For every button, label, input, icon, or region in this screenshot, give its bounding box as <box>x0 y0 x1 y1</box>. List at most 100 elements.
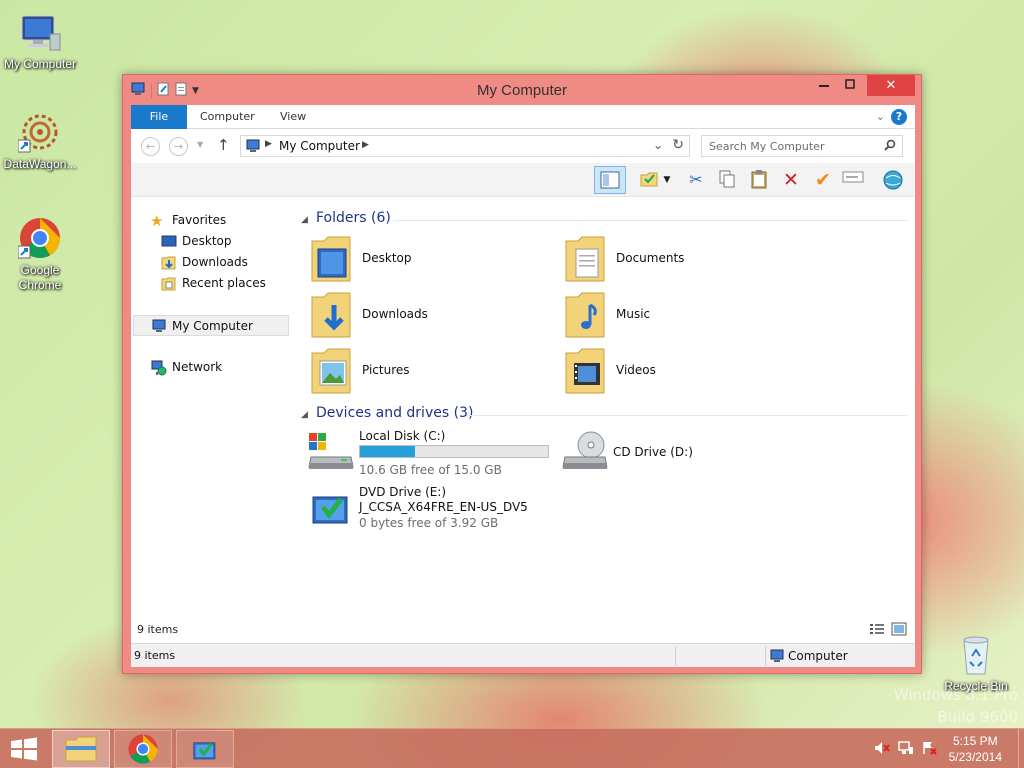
sidebar-item-my-computer[interactable]: My Computer <box>133 315 289 336</box>
back-button[interactable]: ← <box>141 137 160 156</box>
chevron-down-icon[interactable]: ▼ <box>661 169 673 191</box>
hard-drive-icon <box>307 429 355 473</box>
group-divider <box>469 415 907 416</box>
chevron-right-icon[interactable]: ▶ <box>265 139 272 149</box>
windows-logo-icon <box>11 737 37 761</box>
navigation-pane: ★ Favorites Desktop Downloads Recent pla… <box>131 197 291 617</box>
start-button[interactable] <box>10 737 38 761</box>
tab-view[interactable]: View <box>280 105 306 129</box>
checkmark-icon[interactable]: ✔ <box>811 169 835 191</box>
folder-tile-documents[interactable]: Documents <box>564 235 804 285</box>
folder-tile-desktop[interactable]: Desktop <box>310 235 550 285</box>
address-bar[interactable]: ▶ My Computer ▶ ⌄ ↻ <box>240 135 690 157</box>
desktop-icon-chrome[interactable]: Google Chrome <box>0 216 80 293</box>
folder-label: Downloads <box>362 307 428 321</box>
chrome-icon <box>17 216 62 260</box>
breadcrumb-my-computer[interactable]: My Computer <box>279 139 360 153</box>
folder-tile-music[interactable]: Music <box>564 291 804 341</box>
globe-icon[interactable] <box>881 169 905 191</box>
chevron-down-icon[interactable]: ⌄ <box>653 138 663 152</box>
chevron-right-icon[interactable]: ▶ <box>362 140 369 150</box>
ribbon: File Computer View ⌄ ? <box>131 105 915 129</box>
group-header-devices[interactable]: ◢ Devices and drives (3) <box>301 405 907 425</box>
maximize-button[interactable] <box>837 75 863 96</box>
network-tray-icon[interactable] <box>898 741 914 758</box>
computer-icon <box>150 319 166 333</box>
delete-icon[interactable]: ✕ <box>779 169 803 191</box>
watermark-build: Build 9600 <box>937 708 1018 726</box>
windows-watermark: Windows 8.1 Pro Build 9600 <box>894 684 1018 728</box>
show-desktop-button[interactable] <box>1018 729 1024 768</box>
dvd-setup-icon <box>307 485 355 529</box>
folder-videos-icon <box>564 347 608 397</box>
group-title: Folders (6) <box>316 210 391 226</box>
folder-pictures-icon <box>310 347 354 397</box>
dvd-setup-icon <box>193 742 216 760</box>
downloads-icon <box>161 255 177 270</box>
title-bar[interactable]: ▼ My Computer ✕ <box>123 75 921 105</box>
up-button[interactable]: ↑ <box>217 136 230 154</box>
help-icon[interactable]: ? <box>891 109 907 125</box>
sidebar-item-label: My Computer <box>172 319 253 333</box>
drive-cd-d[interactable]: CD Drive (D:) <box>561 429 761 485</box>
computer-small-icon <box>244 139 262 156</box>
folder-tile-downloads[interactable]: Downloads <box>310 291 550 341</box>
sidebar-item-downloads[interactable]: Downloads <box>131 252 289 273</box>
preview-pane-button[interactable] <box>594 166 626 194</box>
recent-locations-icon[interactable]: ▼ <box>197 140 203 149</box>
taskbar-setup[interactable] <box>176 730 234 768</box>
paste-icon[interactable] <box>747 169 771 191</box>
folder-downloads-icon <box>310 291 354 341</box>
search-icon <box>884 139 896 154</box>
folder-desktop-icon <box>310 235 354 285</box>
status-location: Computer <box>788 649 848 663</box>
sidebar-item-desktop[interactable]: Desktop <box>131 231 289 252</box>
watermark-edition: Windows 8.1 Pro <box>893 686 1018 704</box>
close-icon: ✕ <box>885 78 897 93</box>
group-title: Devices and drives (3) <box>316 405 474 421</box>
drive-local-disk-c[interactable]: Local Disk (C:) 10.6 GB free of 15.0 GB <box>307 429 557 485</box>
cut-icon[interactable]: ✂ <box>684 169 708 191</box>
explorer-window[interactable]: ▼ My Computer ✕ File Computer View ⌄ ? ←… <box>122 74 922 674</box>
taskbar-chrome[interactable] <box>114 730 172 768</box>
folder-check-icon[interactable] <box>637 169 661 191</box>
volume-muted-icon[interactable] <box>874 741 890 758</box>
desktop-icon-label: Google Chrome <box>18 263 62 292</box>
tab-file[interactable]: File <box>131 105 187 129</box>
group-header-folders[interactable]: ◢ Folders (6) <box>301 210 907 230</box>
desktop-icon-my-computer[interactable]: My Computer <box>0 10 80 72</box>
computer-small-icon <box>769 649 785 666</box>
clock-time: 5:15 PM <box>952 734 998 748</box>
drive-dvd-e[interactable]: DVD Drive (E:) J_CCSA_X64FRE_EN-US_DV5 0… <box>307 485 567 541</box>
sidebar-item-recent-places[interactable]: Recent places <box>131 273 289 294</box>
folder-label: Desktop <box>362 251 412 265</box>
folder-documents-icon <box>564 235 608 285</box>
taskbar-file-explorer[interactable] <box>52 730 110 768</box>
copy-icon[interactable] <box>715 169 739 191</box>
chrome-icon <box>128 734 158 764</box>
sidebar-item-label: Downloads <box>182 255 248 269</box>
action-center-icon[interactable] <box>922 741 938 758</box>
search-input[interactable]: Search My Computer <box>701 135 903 157</box>
sidebar-item-network[interactable]: Network <box>131 357 289 378</box>
taskbar-clock[interactable]: 5:15 PM 5/23/2014 <box>949 733 1002 765</box>
close-button[interactable]: ✕ <box>867 75 915 96</box>
folder-tile-pictures[interactable]: Pictures <box>310 347 550 397</box>
tab-computer[interactable]: Computer <box>200 105 255 129</box>
minimize-button[interactable] <box>811 75 837 96</box>
sidebar-item-favorites[interactable]: ★ Favorites <box>131 210 289 231</box>
collapse-triangle-icon[interactable]: ◢ <box>301 410 308 420</box>
details-view-icon[interactable] <box>869 622 885 636</box>
desktop-icon-datawagon[interactable]: DataWagon... <box>0 110 80 172</box>
details-status: 9 items <box>131 617 915 641</box>
folder-tile-videos[interactable]: Videos <box>564 347 804 397</box>
rename-icon[interactable] <box>841 169 865 191</box>
expand-ribbon-icon[interactable]: ⌄ <box>876 110 885 123</box>
collapse-triangle-icon[interactable]: ◢ <box>301 215 308 225</box>
drive-usage-bar <box>359 445 549 458</box>
forward-button[interactable]: → <box>169 137 188 156</box>
status-divider <box>765 646 766 666</box>
refresh-icon[interactable]: ↻ <box>672 137 684 153</box>
drive-name: CD Drive (D:) <box>613 445 693 459</box>
large-icons-view-icon[interactable] <box>891 622 907 636</box>
